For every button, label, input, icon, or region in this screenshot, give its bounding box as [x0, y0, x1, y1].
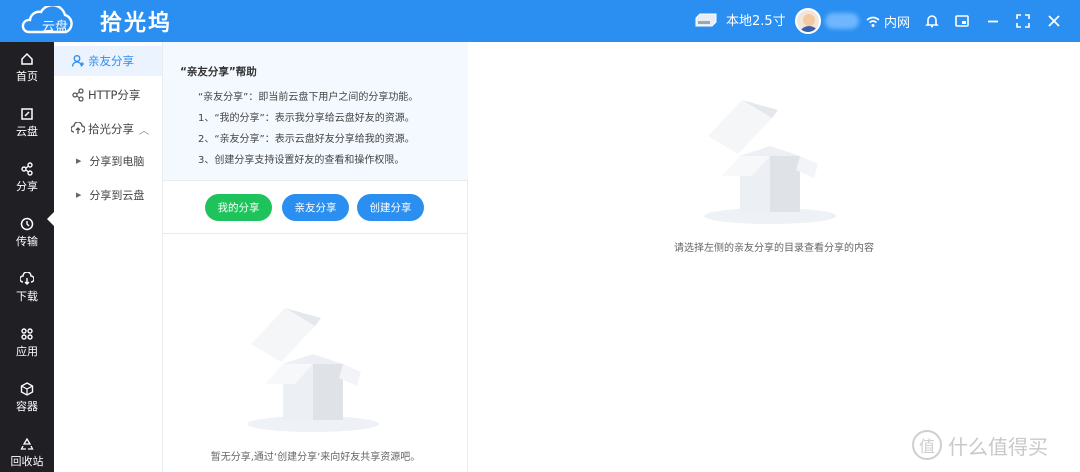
storage-selector[interactable]: 本地2.5寸 — [694, 10, 786, 29]
recycle-icon — [20, 437, 34, 450]
nav-item-share[interactable]: 分享 — [0, 152, 54, 204]
nav-label: 首页 — [16, 70, 38, 83]
help-line: “亲友分享”：即当前云盘下用户之间的分享功能。 — [198, 92, 419, 103]
share-button-row: 我的分享 亲友分享 创建分享 — [163, 182, 468, 234]
watermark-text: 什么值得买 — [948, 434, 1048, 459]
empty-box-illustration — [247, 308, 379, 432]
subnav-label: 亲友分享 — [88, 54, 134, 68]
fullscreen-icon[interactable] — [1015, 13, 1031, 29]
bell-icon[interactable] — [924, 13, 940, 29]
network-label: 内网 — [884, 16, 911, 31]
http-share-icon — [72, 88, 84, 102]
create-share-button[interactable]: 创建分享 — [357, 194, 424, 221]
nav-item-download[interactable]: 下载 — [0, 262, 54, 314]
nav-item-recycle[interactable]: 回收站 — [0, 427, 54, 472]
help-line: 1、“我的分享”：表示我分享给云盘好友的资源。 — [198, 113, 415, 124]
subnav-label: HTTP分享 — [88, 88, 141, 102]
help-line: 3、创建分享支持设置好友的查看和操作权限。 — [198, 155, 405, 166]
nav-item-container[interactable]: 容器 — [0, 372, 54, 424]
caret-right-icon: ▶ — [76, 157, 82, 165]
subnav-label: 拾光分享 — [88, 122, 134, 136]
user-profile[interactable] — [795, 8, 859, 34]
container-icon — [20, 382, 34, 396]
empty-share-hint: 暂无分享,通过‘创建分享’来向好友共享资源吧。 — [210, 452, 421, 463]
nav-label: 云盘 — [16, 125, 38, 138]
share-subnav: 亲友分享 HTTP分享 拾光分享 ︿ ▶ 分享到电脑 ▶ 分享到云盘 — [54, 42, 163, 472]
friends-share-button[interactable]: 亲友分享 — [282, 194, 349, 221]
download-icon — [20, 272, 34, 285]
my-share-button[interactable]: 我的分享 — [205, 194, 272, 221]
transfer-icon — [20, 217, 34, 231]
subnav-item-http-share[interactable]: HTTP分享 — [54, 80, 162, 110]
chevron-up-icon[interactable]: ︿ — [139, 122, 149, 137]
subnav-child-share-to-cloud[interactable]: ▶ 分享到云盘 — [54, 183, 162, 207]
nav-item-home[interactable]: 首页 — [0, 42, 54, 94]
subnav-item-friends-share[interactable]: 亲友分享 — [54, 46, 162, 76]
minimize-icon[interactable] — [985, 13, 1001, 29]
help-title: “亲友分享”帮助 — [180, 66, 257, 78]
title-bar: 云盘 拾光坞 本地2.5寸 内网 — [0, 0, 1080, 42]
watermark-logo-icon: 值 — [912, 430, 942, 460]
nav-label: 容器 — [16, 400, 38, 413]
network-status[interactable]: 内网 — [866, 12, 910, 31]
share-panel: “亲友分享”帮助 “亲友分享”：即当前云盘下用户之间的分享功能。 1、“我的分享… — [163, 42, 468, 472]
apps-icon — [21, 328, 33, 340]
avatar[interactable] — [795, 8, 821, 34]
site-watermark: 值 什么值得买 — [912, 430, 1048, 460]
home-icon — [21, 52, 33, 65]
nav-label: 应用 — [16, 345, 38, 358]
cloud-logo-icon: 云盘 — [18, 6, 78, 36]
wifi-icon — [866, 16, 880, 27]
hdd-icon — [695, 13, 717, 26]
logo-cloud-text: 云盘 — [42, 20, 69, 35]
blurred-username — [825, 13, 859, 29]
main-nav: 首页 云盘 分享 传输 下载 应用 容器 回收站 — [0, 42, 55, 472]
help-line: 2、“亲友分享”：表示云盘好友分享给我的资源。 — [198, 134, 415, 145]
nav-item-cloud[interactable]: 云盘 — [0, 97, 54, 149]
storage-label: 本地2.5寸 — [726, 14, 786, 29]
app-logo: 云盘 拾光坞 — [18, 4, 172, 38]
nav-label: 传输 — [16, 235, 38, 248]
nav-item-apps[interactable]: 应用 — [0, 317, 54, 369]
caret-right-icon: ▶ — [76, 191, 82, 199]
subnav-child-label: 分享到电脑 — [89, 155, 145, 168]
empty-box-illustration — [704, 100, 836, 224]
nav-label: 回收站 — [10, 455, 44, 468]
close-icon[interactable] — [1046, 13, 1062, 29]
help-box: “亲友分享”帮助 “亲友分享”：即当前云盘下用户之间的分享功能。 1、“我的分享… — [163, 42, 468, 181]
cloud-disk-icon — [21, 108, 33, 120]
nav-label: 下载 — [16, 290, 38, 303]
subnav-child-share-to-pc[interactable]: ▶ 分享到电脑 — [54, 149, 162, 173]
cloud-share-icon — [71, 122, 85, 134]
app-name: 拾光坞 — [100, 11, 173, 36]
subnav-item-cloud-share[interactable]: 拾光分享 ︿ — [54, 114, 162, 144]
share-icon — [21, 162, 33, 176]
empty-content-hint: 请选择左侧的亲友分享的目录查看分享的内容 — [674, 243, 874, 254]
nav-item-transfer[interactable]: 传输 — [0, 207, 54, 259]
nav-label: 分享 — [16, 180, 38, 193]
friends-share-icon — [71, 55, 84, 67]
subnav-child-label: 分享到云盘 — [89, 189, 145, 202]
picture-in-picture-icon[interactable] — [954, 13, 970, 29]
